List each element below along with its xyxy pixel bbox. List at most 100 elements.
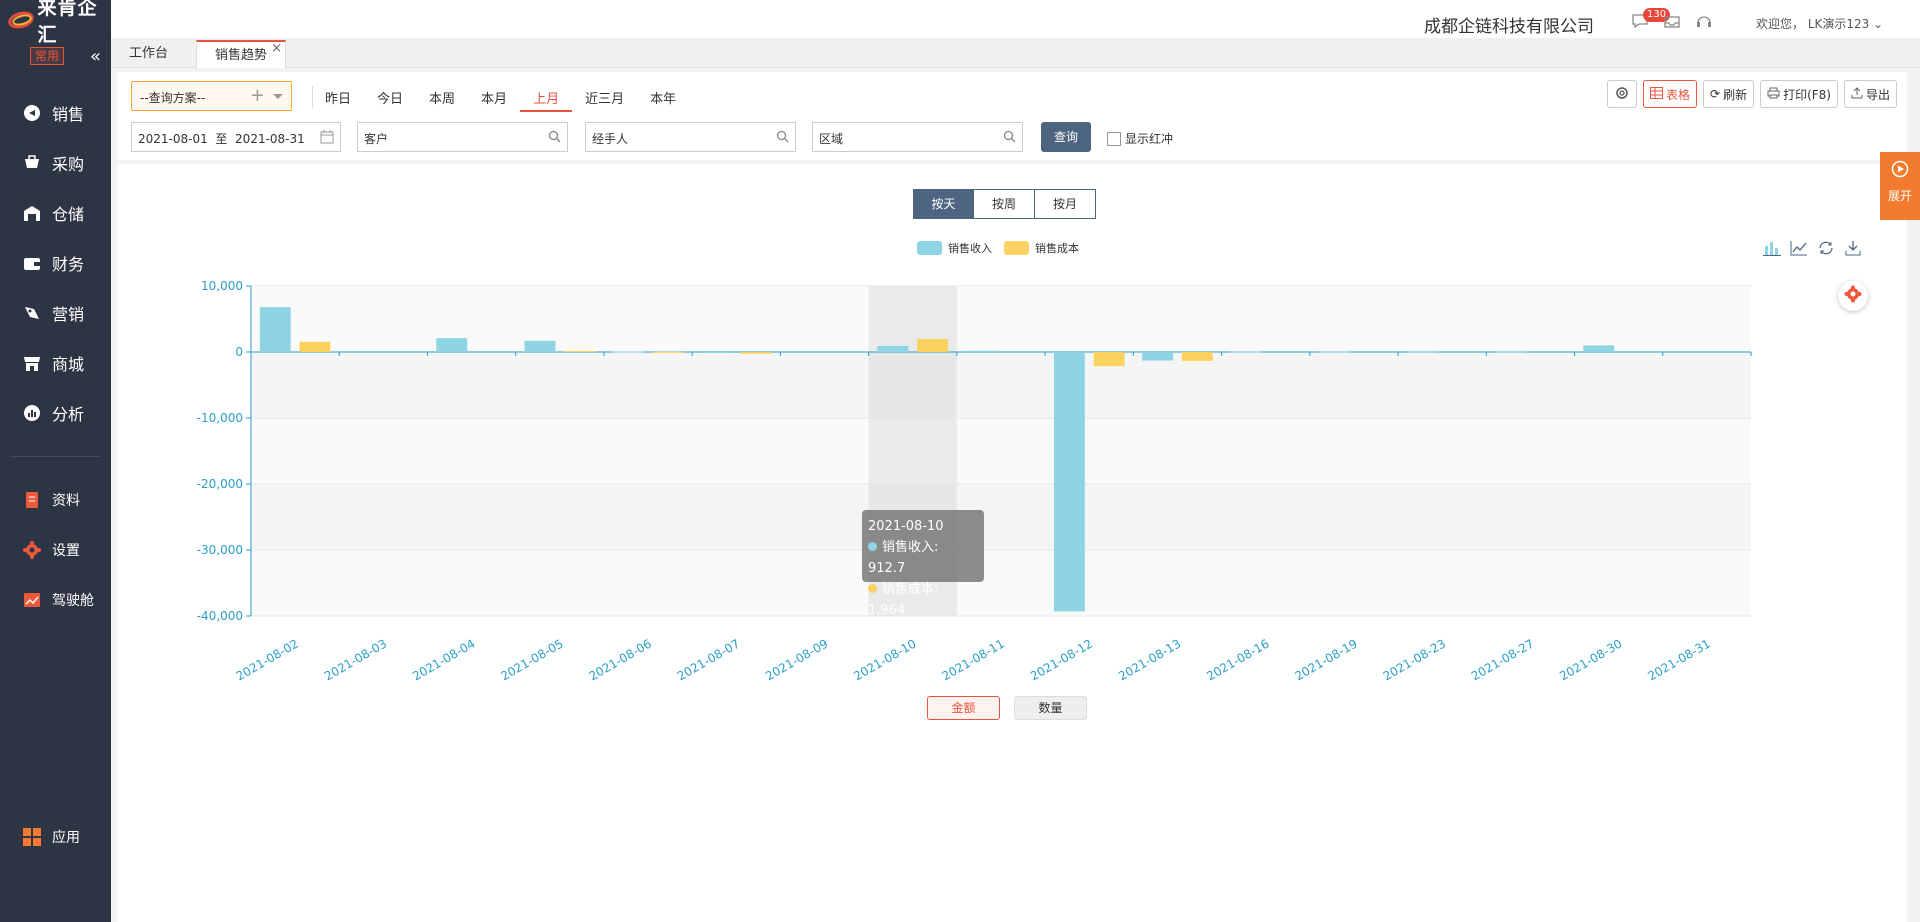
download-icon[interactable] bbox=[1844, 240, 1862, 260]
purchase-icon bbox=[22, 153, 42, 173]
common-tag[interactable]: 常用 bbox=[30, 47, 65, 65]
y-tick-label: -30,000 bbox=[197, 543, 243, 557]
x-tick-label: 2021-08-07 bbox=[675, 636, 742, 683]
show-reverse-checkbox[interactable]: 显示红冲 bbox=[1107, 130, 1173, 147]
table-icon bbox=[1649, 86, 1663, 102]
chevron-down-icon[interactable] bbox=[273, 94, 283, 99]
mail-icon[interactable] bbox=[1663, 12, 1681, 30]
x-tick-label: 2021-08-13 bbox=[1116, 636, 1183, 683]
grid-band bbox=[251, 418, 1751, 484]
date-range-field[interactable]: 2021-08-01 至 2021-08-31 bbox=[131, 122, 341, 152]
sidebar-item-label: 应用 bbox=[52, 830, 80, 846]
headset-icon[interactable] bbox=[1695, 12, 1713, 30]
restore-icon[interactable] bbox=[1817, 240, 1835, 260]
chart-toolbox bbox=[1763, 240, 1862, 260]
sidebar-item-label: 销售 bbox=[52, 105, 85, 124]
y-tick-label: -40,000 bbox=[197, 609, 243, 623]
sidebar-item-finance[interactable]: 财务 bbox=[0, 238, 111, 288]
refresh-button[interactable]: ⟳ 刷新 bbox=[1703, 80, 1755, 108]
quick-range-option[interactable]: 昨日 bbox=[312, 90, 364, 112]
table-button[interactable]: 表格 bbox=[1642, 80, 1697, 108]
sidebar-item-cockpit[interactable]: 驾驶舱 bbox=[0, 575, 111, 625]
print-button[interactable]: 打印(F8) bbox=[1760, 80, 1838, 108]
bar-revenue bbox=[1053, 352, 1085, 612]
sidebar-item-analysis[interactable]: 分析 bbox=[0, 388, 111, 438]
floating-settings-button[interactable] bbox=[1838, 281, 1868, 311]
quick-range-option[interactable]: 今日 bbox=[364, 90, 416, 112]
sidebar-item-purchase[interactable]: 采购 bbox=[0, 138, 111, 188]
metric-button[interactable]: 数量 bbox=[1014, 696, 1087, 720]
quick-range-option[interactable]: 本年 bbox=[637, 90, 689, 112]
sidebar-item-label: 商城 bbox=[52, 355, 85, 374]
quick-range-option[interactable]: 本月 bbox=[468, 90, 520, 112]
welcome-user[interactable]: 欢迎您， LK演示123 ⌄ bbox=[1756, 15, 1883, 32]
sidebar-item-marketing[interactable]: 营销 bbox=[0, 288, 111, 338]
grid-band bbox=[251, 550, 1751, 616]
period-button[interactable]: 按周 bbox=[974, 189, 1035, 219]
query-plan-select[interactable]: --查询方案-- + bbox=[131, 81, 292, 111]
bar-revenue bbox=[1583, 345, 1615, 352]
legend-label: 销售收入 bbox=[948, 242, 992, 255]
query-button[interactable]: 查询 bbox=[1041, 122, 1091, 152]
sidebar-item-apps[interactable]: 应用 bbox=[0, 812, 111, 862]
region-field[interactable]: 区域 bbox=[812, 122, 1023, 152]
x-tick-label: 2021-08-10 bbox=[851, 636, 918, 683]
legend-item[interactable]: 销售收入 bbox=[917, 240, 992, 256]
export-button[interactable]: 导出 bbox=[1843, 80, 1897, 108]
quick-range-option[interactable]: 近三月 bbox=[572, 90, 637, 112]
sidebar-item-data[interactable]: 资料 bbox=[0, 475, 111, 525]
close-icon[interactable]: × bbox=[271, 42, 282, 56]
marketing-icon bbox=[22, 303, 42, 323]
tab-sales-trend[interactable]: 销售趋势 × bbox=[196, 40, 287, 68]
bar-cost bbox=[1181, 352, 1213, 361]
query-toolbar: --查询方案-- + 昨日 今日 本周 本月 上月 近三月 本年 表格 ⟳ 刷新 打印(F8… bbox=[117, 72, 1907, 160]
calendar-icon[interactable] bbox=[320, 130, 334, 147]
chart-panel: 10,000 0 -10,000 -20,000 -30,000 -40,000 2021-… bbox=[117, 164, 1907, 922]
sidebar-item-label: 资料 bbox=[52, 493, 80, 509]
sidebar-item-warehouse[interactable]: 仓储 bbox=[0, 188, 111, 238]
sidebar-item-settings[interactable]: 设置 bbox=[0, 525, 111, 575]
collapse-sidebar-icon[interactable]: « bbox=[90, 46, 101, 67]
logo-mark-icon bbox=[6, 8, 36, 32]
grid-band bbox=[251, 352, 1751, 418]
settings-button[interactable] bbox=[1606, 80, 1637, 108]
bar-revenue bbox=[1142, 352, 1174, 361]
metric-button[interactable]: 金额 bbox=[927, 696, 1000, 720]
tab-workbench[interactable]: 工作台 bbox=[111, 40, 186, 68]
sidebar: 来肯企汇 常用 « 销售采购 仓储 财务 营销商城分析 资料设置驾驶舱 应用 bbox=[0, 0, 111, 922]
customer-field[interactable]: 客户 bbox=[357, 122, 568, 152]
warehouse-icon bbox=[22, 203, 42, 223]
expand-panel-button[interactable]: 展开 bbox=[1880, 152, 1920, 220]
x-tick-label: 2021-08-19 bbox=[1292, 636, 1359, 683]
sidebar-item-store[interactable]: 商城 bbox=[0, 338, 111, 388]
bar-revenue bbox=[436, 338, 468, 352]
analysis-icon bbox=[22, 403, 42, 423]
sidebar-item-label: 设置 bbox=[52, 543, 80, 559]
quick-range-option[interactable]: 上月 bbox=[520, 90, 573, 112]
bar-revenue bbox=[524, 340, 556, 352]
checkbox-box[interactable] bbox=[1107, 131, 1121, 146]
search-icon[interactable] bbox=[1003, 130, 1016, 146]
line-chart-icon[interactable] bbox=[1790, 240, 1808, 260]
bar-cost bbox=[917, 339, 949, 352]
bar-cost bbox=[652, 351, 684, 353]
x-tick-label: 2021-08-11 bbox=[940, 636, 1007, 683]
app-logo[interactable]: 来肯企汇 bbox=[0, 0, 111, 46]
add-plan-icon[interactable]: + bbox=[250, 85, 265, 106]
tooltip-row-cost: 销售成本: 1,964 bbox=[868, 582, 939, 618]
quick-range-option[interactable]: 本周 bbox=[416, 90, 468, 112]
search-icon[interactable] bbox=[548, 130, 561, 146]
bar-chart-icon[interactable] bbox=[1763, 240, 1781, 260]
x-tick-label: 2021-08-06 bbox=[587, 636, 654, 683]
search-icon[interactable] bbox=[776, 130, 789, 146]
legend-item[interactable]: 销售成本 bbox=[1004, 240, 1079, 256]
logo-text: 来肯企汇 bbox=[37, 0, 98, 46]
period-button[interactable]: 按天 bbox=[913, 189, 974, 219]
page-tabs: 工作台 销售趋势 × bbox=[111, 38, 1920, 68]
period-button[interactable]: 按月 bbox=[1035, 189, 1096, 219]
sidebar-item-sales[interactable]: 销售 bbox=[0, 88, 111, 138]
handler-field[interactable]: 经手人 bbox=[585, 122, 796, 152]
y-tick-label: -20,000 bbox=[197, 477, 243, 491]
message-icon[interactable]: 130 bbox=[1631, 8, 1671, 30]
y-tick-label: -10,000 bbox=[197, 411, 243, 425]
